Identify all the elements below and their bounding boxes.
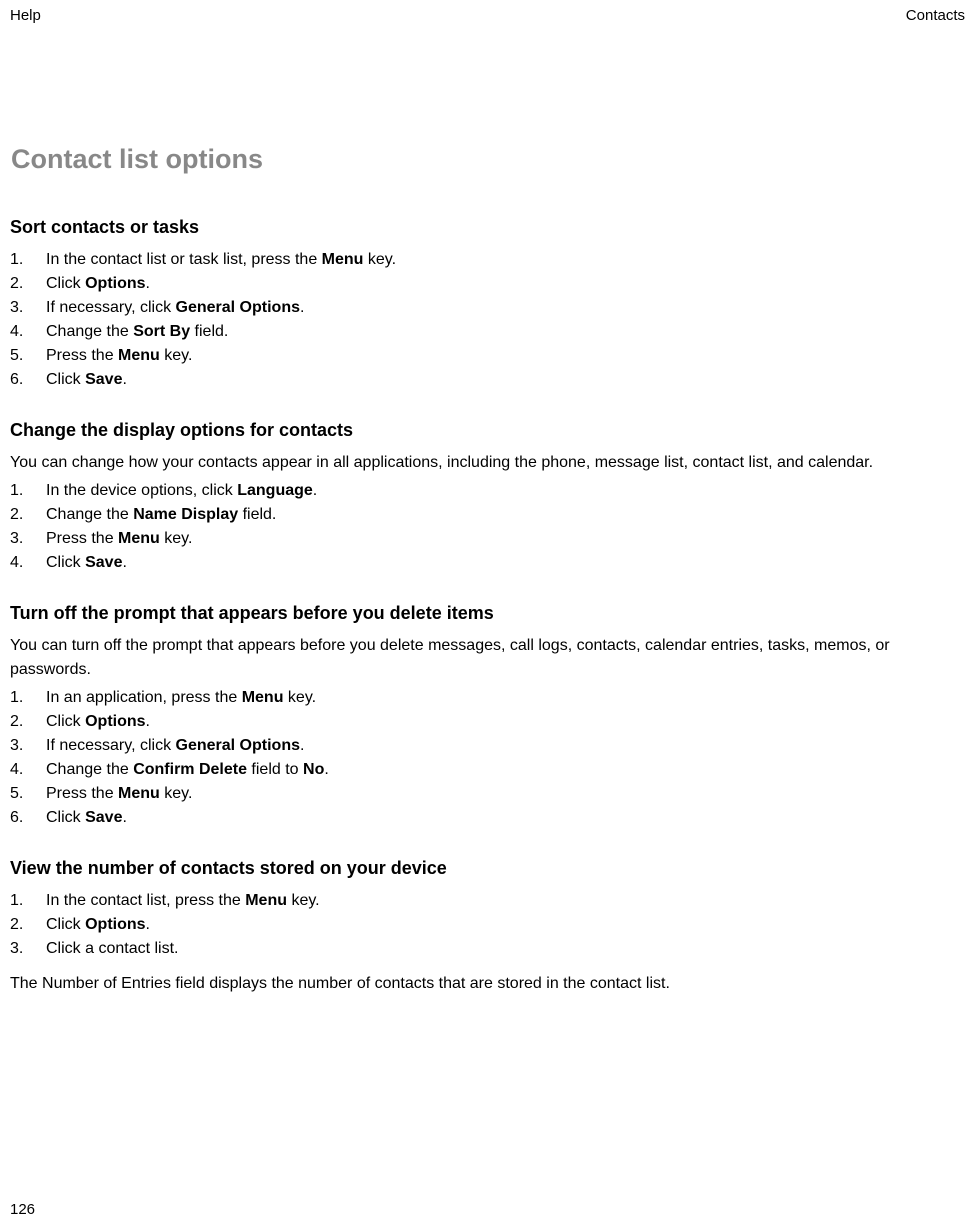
step-item: Change the Sort By field.	[10, 320, 965, 344]
step-text: key.	[363, 251, 396, 268]
page-number: 126	[10, 1201, 35, 1218]
step-bold: No	[303, 761, 324, 778]
step-bold: Language	[237, 482, 313, 499]
page-title: Contact list options	[11, 144, 965, 175]
step-item: Click Save.	[10, 551, 965, 575]
step-text: In an application, press the	[46, 689, 242, 706]
step-item: In the contact list, press the Menu key.	[10, 889, 965, 913]
step-bold: General Options	[176, 737, 300, 754]
step-text: field to	[247, 761, 303, 778]
step-item: Press the Menu key.	[10, 344, 965, 368]
step-item: In the device options, click Language.	[10, 479, 965, 503]
step-text: .	[324, 761, 328, 778]
step-text: Click	[46, 916, 85, 933]
step-text: If necessary, click	[46, 737, 176, 754]
section-intro: You can change how your contacts appear …	[10, 451, 965, 475]
step-text: Change the	[46, 323, 133, 340]
step-bold: Options	[85, 275, 145, 292]
step-text: In the device options, click	[46, 482, 237, 499]
step-item: Press the Menu key.	[10, 527, 965, 551]
step-item: Click Options.	[10, 710, 965, 734]
step-text: Press the	[46, 530, 118, 547]
step-item: Click Options.	[10, 913, 965, 937]
section: View the number of contacts stored on yo…	[10, 858, 965, 993]
header-right: Contacts	[906, 7, 965, 24]
step-text: Click	[46, 371, 85, 388]
section-intro: You can turn off the prompt that appears…	[10, 634, 965, 682]
step-text: .	[300, 299, 304, 316]
section-heading: View the number of contacts stored on yo…	[10, 858, 965, 879]
step-text: .	[146, 275, 150, 292]
step-item: If necessary, click General Options.	[10, 296, 965, 320]
step-bold: Confirm Delete	[133, 761, 247, 778]
step-text: field.	[238, 506, 276, 523]
step-text: .	[146, 713, 150, 730]
step-item: Click Save.	[10, 368, 965, 392]
step-item: Press the Menu key.	[10, 782, 965, 806]
step-text: In the contact list or task list, press …	[46, 251, 322, 268]
step-text: Change the	[46, 761, 133, 778]
step-bold: Save	[85, 554, 122, 571]
step-item: In the contact list or task list, press …	[10, 248, 965, 272]
step-item: Click Options.	[10, 272, 965, 296]
step-item: Change the Confirm Delete field to No.	[10, 758, 965, 782]
section-footer: The Number of Entries field displays the…	[10, 975, 965, 993]
step-text: .	[122, 554, 126, 571]
section-heading: Change the display options for contacts	[10, 420, 965, 441]
section: Turn off the prompt that appears before …	[10, 603, 965, 830]
step-text: Press the	[46, 347, 118, 364]
step-bold: Menu	[118, 530, 160, 547]
step-text: key.	[160, 530, 193, 547]
step-text: Click	[46, 554, 85, 571]
step-item: Change the Name Display field.	[10, 503, 965, 527]
section-heading: Sort contacts or tasks	[10, 217, 965, 238]
step-text: .	[300, 737, 304, 754]
step-item: If necessary, click General Options.	[10, 734, 965, 758]
step-text: .	[122, 809, 126, 826]
step-text: In the contact list, press the	[46, 892, 245, 909]
step-text: key.	[287, 892, 320, 909]
step-bold: Sort By	[133, 323, 190, 340]
step-bold: Options	[85, 713, 145, 730]
step-bold: Menu	[245, 892, 287, 909]
step-text: Click	[46, 809, 85, 826]
step-text: .	[313, 482, 317, 499]
step-item: In an application, press the Menu key.	[10, 686, 965, 710]
header-left: Help	[10, 7, 41, 24]
step-bold: Save	[85, 809, 122, 826]
step-bold: Menu	[118, 347, 160, 364]
step-bold: Menu	[322, 251, 364, 268]
step-item: Click Save.	[10, 806, 965, 830]
step-text: If necessary, click	[46, 299, 176, 316]
step-text: .	[146, 916, 150, 933]
section: Sort contacts or tasks In the contact lis…	[10, 217, 965, 392]
step-bold: Save	[85, 371, 122, 388]
sections-container: Sort contacts or tasks In the contact lis…	[10, 217, 965, 993]
step-list: In an application, press the Menu key.Cl…	[10, 686, 965, 830]
section: Change the display options for contacts Y…	[10, 420, 965, 575]
step-bold: Options	[85, 916, 145, 933]
step-bold: Menu	[242, 689, 284, 706]
section-heading: Turn off the prompt that appears before …	[10, 603, 965, 624]
step-bold: Name Display	[133, 506, 238, 523]
step-text: key.	[283, 689, 316, 706]
step-text: Change the	[46, 506, 133, 523]
step-text: Click	[46, 275, 85, 292]
step-list: In the device options, click Language.Ch…	[10, 479, 965, 575]
step-list: In the contact list, press the Menu key.…	[10, 889, 965, 961]
step-text: key.	[160, 347, 193, 364]
step-text: key.	[160, 785, 193, 802]
step-text: Press the	[46, 785, 118, 802]
step-item: Click a contact list.	[10, 937, 965, 961]
step-text: .	[122, 371, 126, 388]
step-text: field.	[190, 323, 228, 340]
step-bold: General Options	[176, 299, 300, 316]
step-list: In the contact list or task list, press …	[10, 248, 965, 392]
step-bold: Menu	[118, 785, 160, 802]
step-text: Click a contact list.	[46, 940, 178, 957]
header-row: Help Contacts	[10, 7, 965, 24]
step-text: Click	[46, 713, 85, 730]
